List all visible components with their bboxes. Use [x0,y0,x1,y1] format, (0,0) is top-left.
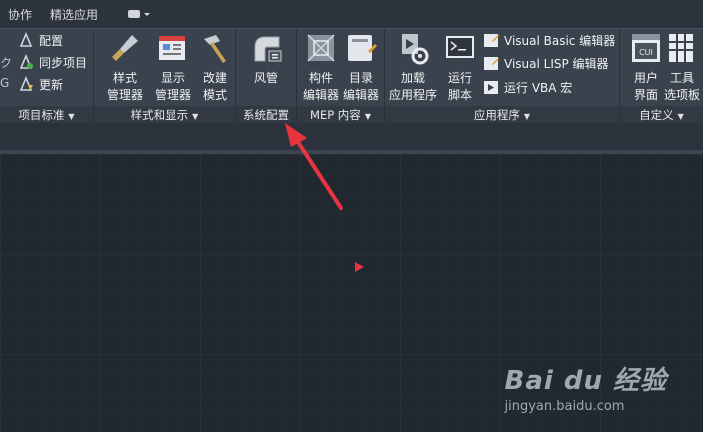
watermark-brand: Bai du 经验 [504,366,667,396]
watermark-url: jingyan.baidu.com [504,399,625,414]
watermark: Bai du 经验 jingyan.baidu.com [505,360,668,414]
cursor-marker [355,262,364,272]
